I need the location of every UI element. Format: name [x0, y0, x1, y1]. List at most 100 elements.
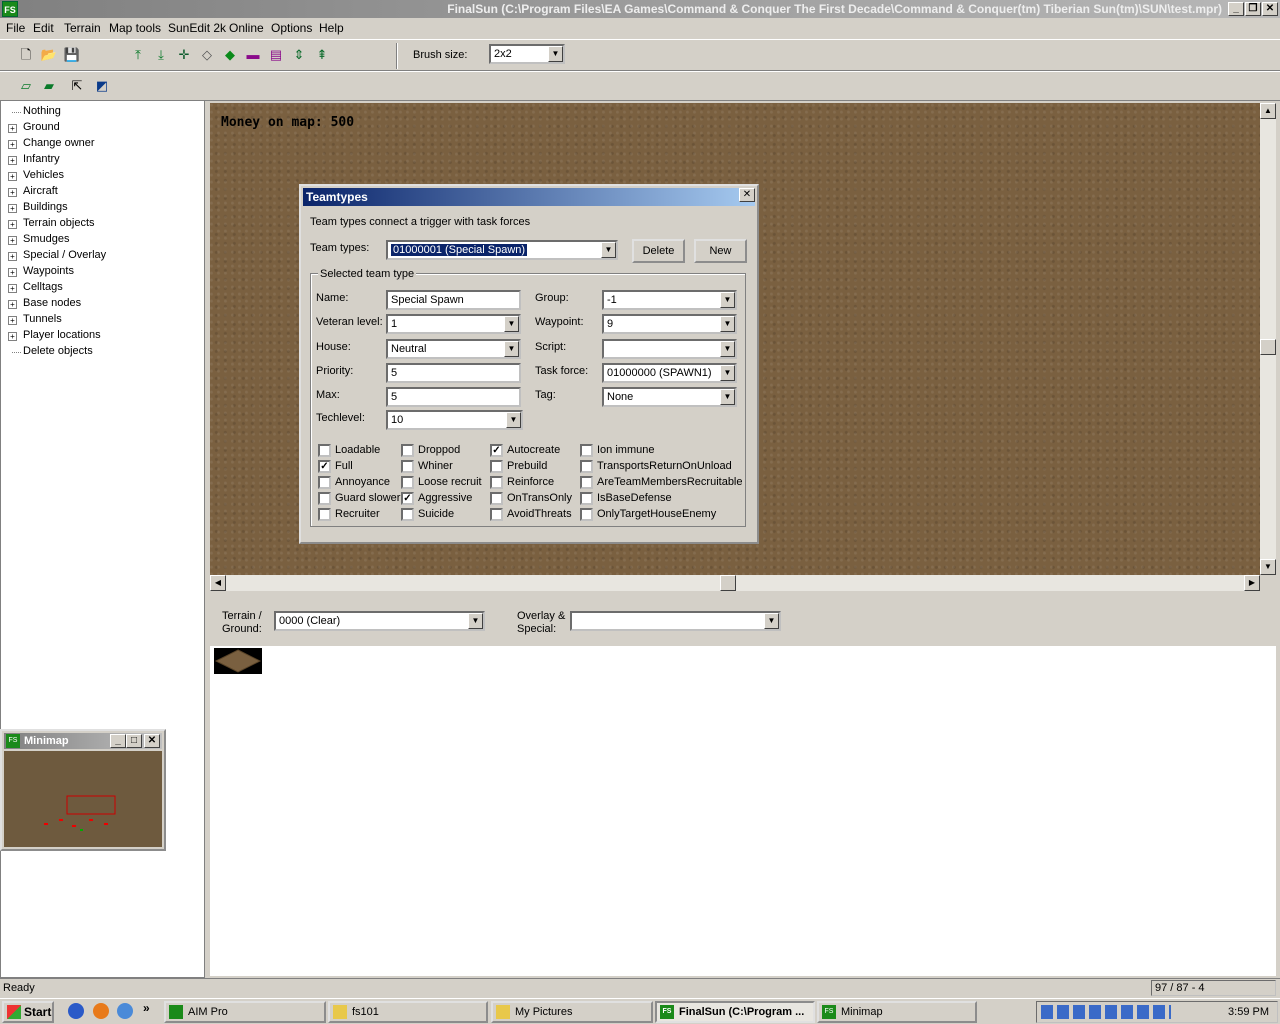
expand-icon[interactable]: + — [8, 156, 17, 165]
checkbox[interactable]: ✓ Full — [318, 460, 353, 473]
tree-item[interactable]: Infantry — [23, 153, 60, 165]
waypoint-select[interactable]: 9 ▼ — [602, 314, 737, 334]
map-vertical-scrollbar[interactable]: ▲ ▼ — [1260, 103, 1276, 575]
task-fs101[interactable]: fs101 — [328, 1001, 488, 1023]
house-select[interactable]: Neutral ▼ — [386, 339, 521, 359]
task-my-pictures[interactable]: My Pictures — [491, 1001, 653, 1023]
max-field[interactable]: 5 — [386, 387, 521, 407]
minimap-minimize-icon[interactable]: _ — [110, 734, 126, 748]
priority-field[interactable]: 5 — [386, 363, 521, 383]
tree-item[interactable]: Tunnels — [23, 313, 62, 325]
checkbox[interactable]: Guard slower — [318, 492, 400, 505]
task-finalsun[interactable]: FS FinalSun (C:\Program ... — [655, 1001, 815, 1023]
menu-map-tools[interactable]: Map tools — [109, 21, 161, 35]
delete-button[interactable]: Delete — [632, 239, 685, 263]
task-minimap[interactable]: FS Minimap — [817, 1001, 977, 1023]
tree-item[interactable]: Terrain objects — [23, 217, 95, 229]
taskforce-select[interactable]: 01000000 (SPAWN1) ▼ — [602, 363, 737, 383]
group-number-select[interactable]: -1 ▼ — [602, 290, 737, 310]
minimap-close-icon[interactable]: ✕ — [144, 734, 160, 748]
veteran-select[interactable]: 1 ▼ — [386, 314, 521, 334]
chevron-down-icon[interactable]: ▼ — [720, 292, 735, 308]
expand-icon[interactable]: + — [8, 172, 17, 181]
teamtypes-select[interactable]: 01000001 (Special Spawn) ▼ — [386, 240, 618, 260]
chevron-down-icon[interactable]: ▼ — [504, 316, 519, 332]
chevron-down-icon[interactable]: ▼ — [468, 613, 483, 629]
minimize-icon[interactable]: _ — [1228, 2, 1244, 16]
raise-lower-icon[interactable]: ⇕ — [289, 45, 309, 65]
restore-icon[interactable]: ❐ — [1245, 2, 1261, 16]
expand-icon[interactable]: + — [8, 188, 17, 197]
expand-icon[interactable]: + — [8, 268, 17, 277]
chevron-down-icon[interactable]: ▼ — [601, 242, 616, 258]
checkbox[interactable]: Recruiter — [318, 508, 380, 521]
brush-size-select[interactable]: 2x2 ▼ — [489, 44, 565, 64]
terrain-select[interactable]: 0000 (Clear) ▼ — [274, 611, 485, 631]
checkbox[interactable]: IsBaseDefense — [580, 492, 672, 505]
scroll-right-icon[interactable]: ▶ — [1244, 575, 1260, 591]
checkbox[interactable]: Loadable — [318, 444, 380, 457]
expand-icon[interactable]: + — [8, 300, 17, 309]
new-file-icon[interactable]: 🗋 — [16, 45, 36, 65]
flatten-icon[interactable]: ✛ — [174, 45, 194, 65]
tree-item[interactable]: Vehicles — [23, 169, 64, 181]
minimap-maximize-icon[interactable]: □ — [126, 734, 142, 748]
pen-green-icon[interactable]: ▱ — [16, 76, 36, 96]
checkbox[interactable]: Annoyance — [318, 476, 390, 489]
chevron-down-icon[interactable]: ▼ — [720, 341, 735, 357]
close-icon[interactable]: ✕ — [1262, 2, 1278, 16]
tree-item[interactable]: Ground — [23, 121, 60, 133]
scroll-up-icon[interactable]: ▲ — [1260, 103, 1276, 119]
menu-help[interactable]: Help — [319, 21, 344, 35]
expand-icon[interactable]: + — [8, 252, 17, 261]
expand-icon[interactable]: + — [8, 124, 17, 133]
cursor-icon[interactable]: ⇱ — [67, 76, 87, 96]
new-button[interactable]: New — [694, 239, 747, 263]
checkbox[interactable]: Droppod — [401, 444, 460, 457]
chevron-right-icon[interactable]: » — [143, 1001, 150, 1015]
minimap-canvas[interactable] — [4, 751, 162, 847]
checkbox[interactable]: AvoidThreats — [490, 508, 572, 521]
app-icon[interactable]: FS — [2, 1, 18, 17]
menu-options[interactable]: Options — [271, 21, 312, 35]
checkbox[interactable]: Suicide — [401, 508, 454, 521]
purple-tile-2-icon[interactable]: ▤ — [266, 45, 286, 65]
checkbox[interactable]: Ion immune — [580, 444, 654, 457]
clear-tile-thumbnail[interactable] — [214, 648, 262, 674]
purple-tile-icon[interactable]: ▬ — [243, 45, 263, 65]
checkbox[interactable]: AreTeamMembersRecruitable — [580, 476, 743, 489]
start-button[interactable]: Start — [2, 1001, 54, 1023]
tree-item[interactable]: Aircraft — [23, 185, 58, 197]
menu-online[interactable]: Online — [229, 21, 264, 35]
green-diamond-icon[interactable]: ◆ — [220, 45, 240, 65]
tray-icons[interactable] — [1041, 1005, 1171, 1019]
checkbox[interactable]: ✓ Autocreate — [490, 444, 560, 457]
dialog-close-icon[interactable]: ✕ — [739, 188, 755, 202]
zoom-icon[interactable]: ◩ — [92, 76, 112, 96]
chevron-down-icon[interactable]: ▼ — [720, 389, 735, 405]
chevron-down-icon[interactable]: ▼ — [720, 316, 735, 332]
tree-item[interactable]: Celltags — [23, 281, 63, 293]
expand-icon[interactable]: + — [8, 204, 17, 213]
pen-green-2-icon[interactable]: ▰ — [39, 76, 59, 96]
scroll-left-icon[interactable]: ◀ — [210, 575, 226, 591]
menu-sunedit[interactable]: SunEdit 2k — [168, 21, 226, 35]
name-field[interactable]: Special Spawn — [386, 290, 521, 310]
checkbox[interactable]: Prebuild — [490, 460, 547, 473]
scroll-down-icon[interactable]: ▼ — [1260, 559, 1276, 575]
media-player-icon[interactable] — [68, 1003, 84, 1019]
chevron-down-icon[interactable]: ▼ — [764, 613, 779, 629]
menu-edit[interactable]: Edit — [33, 21, 54, 35]
checkbox[interactable]: Loose recruit — [401, 476, 482, 489]
task-aim-pro[interactable]: AIM Pro — [164, 1001, 326, 1023]
checkbox[interactable]: OnTransOnly — [490, 492, 572, 505]
open-folder-icon[interactable]: 📂 — [39, 45, 59, 65]
checkbox[interactable]: Reinforce — [490, 476, 554, 489]
menu-terrain[interactable]: Terrain — [64, 21, 101, 35]
tree-item[interactable]: Nothing — [23, 105, 61, 117]
hscroll-thumb[interactable] — [720, 575, 736, 591]
tag-select[interactable]: None ▼ — [602, 387, 737, 407]
lower-terrain-icon[interactable]: ⤓ — [151, 45, 171, 65]
checkbox[interactable]: Whiner — [401, 460, 453, 473]
chevron-down-icon[interactable]: ▼ — [504, 341, 519, 357]
